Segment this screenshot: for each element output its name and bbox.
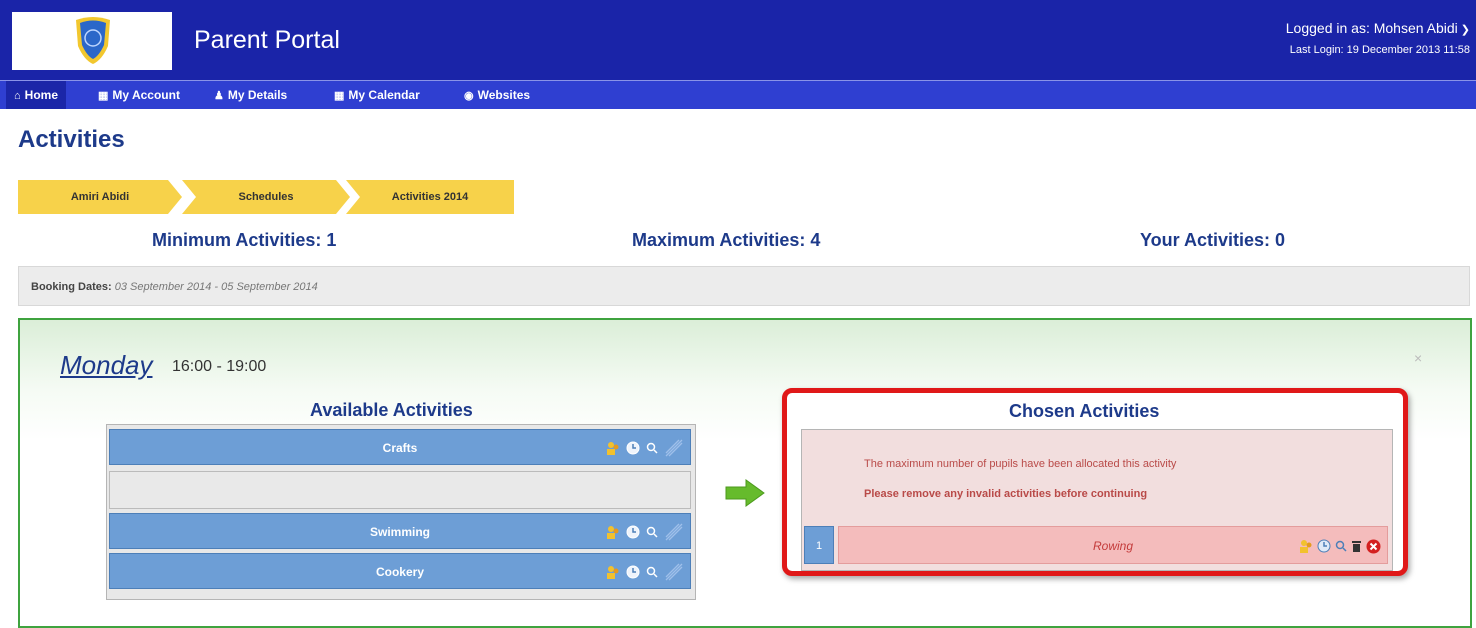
available-title: Available Activities <box>310 400 473 420</box>
main-nav: ⌂ Home ▦ My Account ♟ My Details ▦ My Calend… <box>0 80 1476 109</box>
activity-label: Swimming <box>369 525 430 539</box>
nav-home[interactable]: ⌂ Home <box>6 81 66 109</box>
chosen-title: Chosen Activities <box>1009 401 1160 421</box>
breadcrumb-schedules[interactable]: Schedules <box>182 180 350 214</box>
breadcrumb-activities[interactable]: Activities 2014 <box>346 180 514 214</box>
school-crest-icon <box>76 17 110 64</box>
activity-row[interactable]: Crafts <box>109 429 691 465</box>
trash-icon[interactable] <box>1351 540 1362 552</box>
globe-icon: ◉ <box>464 90 474 102</box>
user-icon: ♟ <box>214 90 224 102</box>
nav-my-calendar[interactable]: ▦ My Calendar <box>334 81 420 109</box>
clock-icon[interactable] <box>626 565 640 579</box>
home-icon: ⌂ <box>14 90 21 102</box>
day-time: 16:00 - 19:00 <box>172 358 267 375</box>
calendar-icon: ▦ <box>334 90 345 102</box>
people-icon[interactable] <box>1299 539 1313 553</box>
chosen-row-icons <box>1299 527 1381 565</box>
your-activities: Your Activities: 0 <box>1140 230 1286 250</box>
chosen-activities-panel: Chosen Activities The maximum number of … <box>782 388 1408 576</box>
error-message-remove: Please remove any invalid activities bef… <box>864 488 1148 500</box>
error-message-full: The maximum number of pupils have been a… <box>864 458 1177 470</box>
last-login: Last Login: 19 December 2013 11:58 <box>1289 44 1470 56</box>
search-icon[interactable] <box>646 566 658 578</box>
row-number: 1 <box>804 526 834 564</box>
clock-icon[interactable] <box>626 441 640 455</box>
app-title: Parent Portal <box>194 26 340 54</box>
people-icon[interactable] <box>606 441 620 455</box>
activity-label: Crafts <box>382 441 418 455</box>
nav-my-details[interactable]: ♟ My Details <box>214 81 287 109</box>
logged-in-as: Logged in as: Mohsen Abidi <box>1285 20 1458 36</box>
arrow-right-icon <box>725 479 765 507</box>
available-list: Crafts Swimming Cookery <box>106 424 696 600</box>
booking-label: Booking Dates: <box>31 281 112 293</box>
drag-handle-icon[interactable] <box>664 522 684 542</box>
chosen-activity-row[interactable]: Rowing <box>838 526 1388 564</box>
nav-my-account[interactable]: ▦ My Account <box>98 81 180 109</box>
clock-icon[interactable] <box>626 525 640 539</box>
drag-handle-icon[interactable] <box>664 438 684 458</box>
row-icons <box>606 554 684 590</box>
row-icons <box>606 430 684 466</box>
row-icons <box>606 514 684 550</box>
activity-row[interactable]: Swimming <box>109 513 691 549</box>
search-icon[interactable] <box>646 526 658 538</box>
chosen-activity-label: Rowing <box>1092 539 1134 553</box>
clock-icon[interactable] <box>1317 539 1331 553</box>
page-title: Activities <box>18 126 125 153</box>
user-info[interactable]: Logged in as: Mohsen Abidi ❯ Last Login: … <box>1286 20 1470 56</box>
activity-row[interactable]: Cookery <box>109 553 691 589</box>
minimum-activities: Minimum Activities: 1 <box>152 230 337 250</box>
breadcrumb-student[interactable]: Amiri Abidi <box>18 180 182 214</box>
chevron-down-icon[interactable]: ❯ <box>1461 23 1470 36</box>
chosen-list: The maximum number of pupils have been a… <box>801 429 1393 571</box>
nav-websites[interactable]: ◉ Websites <box>464 81 530 109</box>
logo[interactable] <box>12 12 172 70</box>
booking-dates: Booking Dates: 03 September 2014 - 05 Se… <box>18 266 1470 306</box>
day-panel: Monday 16:00 - 19:00 × Available Activit… <box>18 318 1472 628</box>
activity-row-empty <box>109 471 691 509</box>
drag-handle-icon[interactable] <box>664 562 684 582</box>
search-icon[interactable] <box>1335 540 1347 552</box>
activity-label: Cookery <box>375 565 425 579</box>
people-icon[interactable] <box>606 565 620 579</box>
people-icon[interactable] <box>606 525 620 539</box>
card-icon: ▦ <box>98 90 109 102</box>
top-header: Parent Portal Logged in as: Mohsen Abidi… <box>0 0 1476 80</box>
remove-icon[interactable] <box>1366 539 1381 554</box>
day-name[interactable]: Monday <box>60 350 153 381</box>
close-icon[interactable]: × <box>1414 350 1422 366</box>
search-icon[interactable] <box>646 442 658 454</box>
maximum-activities: Maximum Activities: 4 <box>632 230 821 250</box>
booking-range: 03 September 2014 - 05 September 2014 <box>114 281 318 293</box>
